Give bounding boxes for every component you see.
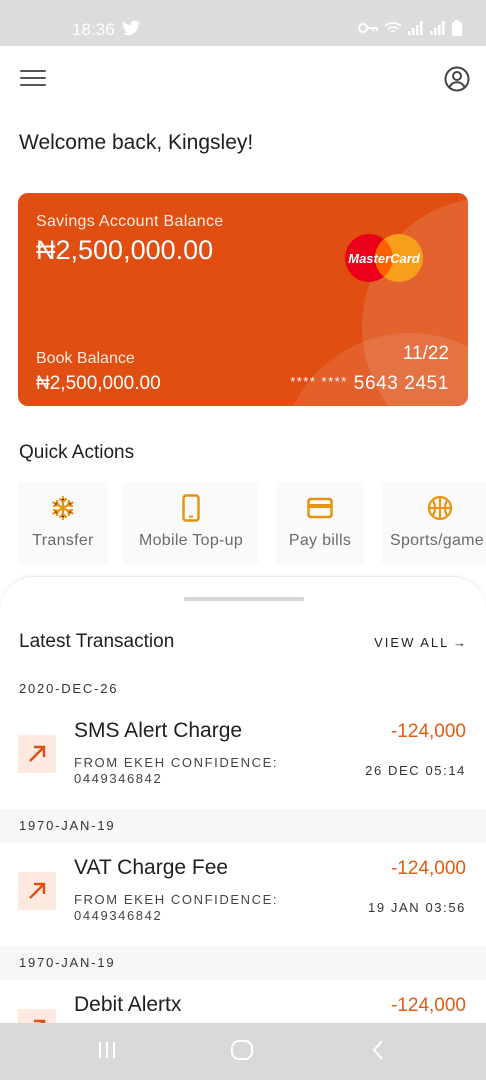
svg-text:MasterCard: MasterCard (348, 251, 421, 266)
status-time: 18:36 (72, 20, 115, 39)
transaction-row[interactable]: SMS Alert Charge FROM EKEH CONFIDENCE: 0… (0, 707, 486, 815)
transaction-name: VAT Charge Fee (74, 856, 229, 879)
account-card[interactable]: Savings Account Balance ₦2,500,000.00 Ma… (18, 193, 468, 406)
card-expiry: 11/22 (402, 343, 449, 364)
system-nav-bar (0, 1023, 486, 1080)
quick-action-pay-bills[interactable]: Pay bills (276, 482, 364, 564)
welcome-heading: Welcome back, Kingsley! (19, 131, 254, 154)
battery-icon (452, 20, 462, 36)
book-balance-amount: ₦2,500,000.00 (36, 373, 161, 394)
app-screen: Welcome back, Kingsley! Savings Account … (0, 46, 486, 1023)
transactions-sheet: Latest Transaction VIEW ALL → 2020-DEC-2… (0, 576, 486, 1023)
menu-icon[interactable] (20, 70, 46, 88)
transaction-amount: -124,000 (390, 721, 466, 742)
quick-action-label: Pay bills (288, 532, 352, 549)
transaction-time: 26 DEC 05:14 (365, 763, 466, 778)
recent-apps-icon[interactable] (96, 1039, 118, 1061)
home-icon[interactable] (230, 1039, 254, 1061)
drag-handle[interactable] (184, 597, 304, 601)
wifi-icon (384, 22, 402, 33)
arrow-up-right-icon (29, 745, 46, 762)
balance-amount: ₦2,500,000.00 (36, 235, 214, 265)
card-number-last: 5643 2451 (353, 373, 449, 394)
transaction-icon-box (18, 735, 56, 773)
key-icon (358, 23, 378, 33)
arrow-right-icon: → (449, 635, 466, 650)
book-balance-label: Book Balance (36, 350, 135, 367)
transaction-from: FROM EKEH CONFIDENCE: 0449346842 (74, 755, 279, 786)
status-bar: 18:36 (0, 0, 486, 46)
credit-card-icon (307, 497, 333, 519)
basketball-icon (427, 495, 453, 521)
transaction-amount: -124,000 (390, 995, 466, 1016)
quick-action-transfer[interactable]: Transfer (18, 482, 108, 564)
twitter-icon (122, 20, 140, 36)
transaction-from: FROM EKEH CONFIDENCE: 0449346842 (74, 892, 279, 923)
quick-action-label: Sports/game (390, 532, 485, 549)
signal-icon (408, 21, 423, 35)
quick-actions-title: Quick Actions (19, 442, 135, 463)
quick-action-sports[interactable]: Sports/game (381, 482, 486, 564)
transaction-amount: -124,000 (390, 858, 466, 879)
transaction-date: 1970-JAN-19 (19, 955, 116, 970)
back-icon[interactable] (370, 1039, 386, 1061)
phone-icon (182, 494, 200, 522)
transactions-title: Latest Transaction (19, 631, 175, 652)
transaction-row[interactable]: Debit Alertx -124,000 (0, 981, 486, 1023)
quick-actions-row: Transfer Mobile Top-up Pay bills Sports/… (0, 482, 486, 564)
mastercard-logo: MasterCard (345, 234, 423, 282)
quick-action-mobile-topup[interactable]: Mobile Top-up (123, 482, 259, 564)
card-number: **** **** 5643 2451 (290, 373, 449, 395)
transaction-time: 19 JAN 03:56 (368, 900, 466, 915)
card-number-mask: **** **** (290, 374, 348, 389)
arrow-up-right-icon (29, 882, 46, 899)
quick-action-label: Transfer (32, 532, 94, 549)
transaction-row[interactable]: VAT Charge Fee FROM EKEH CONFIDENCE: 044… (0, 844, 486, 952)
transaction-date: 2020-DEC-26 (19, 681, 119, 696)
snowflake-icon (52, 496, 74, 520)
transaction-icon-box (18, 1009, 56, 1023)
view-all-label: VIEW ALL (374, 635, 450, 650)
view-all-link[interactable]: VIEW ALL → (374, 635, 466, 650)
signal-icon-2 (430, 21, 445, 35)
balance-label: Savings Account Balance (36, 213, 224, 230)
transaction-icon-box (18, 872, 56, 910)
transaction-name: SMS Alert Charge (74, 719, 243, 742)
status-icons (358, 20, 462, 36)
transaction-date: 1970-JAN-19 (19, 818, 116, 833)
account-icon[interactable] (444, 66, 470, 92)
transaction-name: Debit Alertx (74, 993, 182, 1016)
quick-action-label: Mobile Top-up (138, 532, 244, 549)
